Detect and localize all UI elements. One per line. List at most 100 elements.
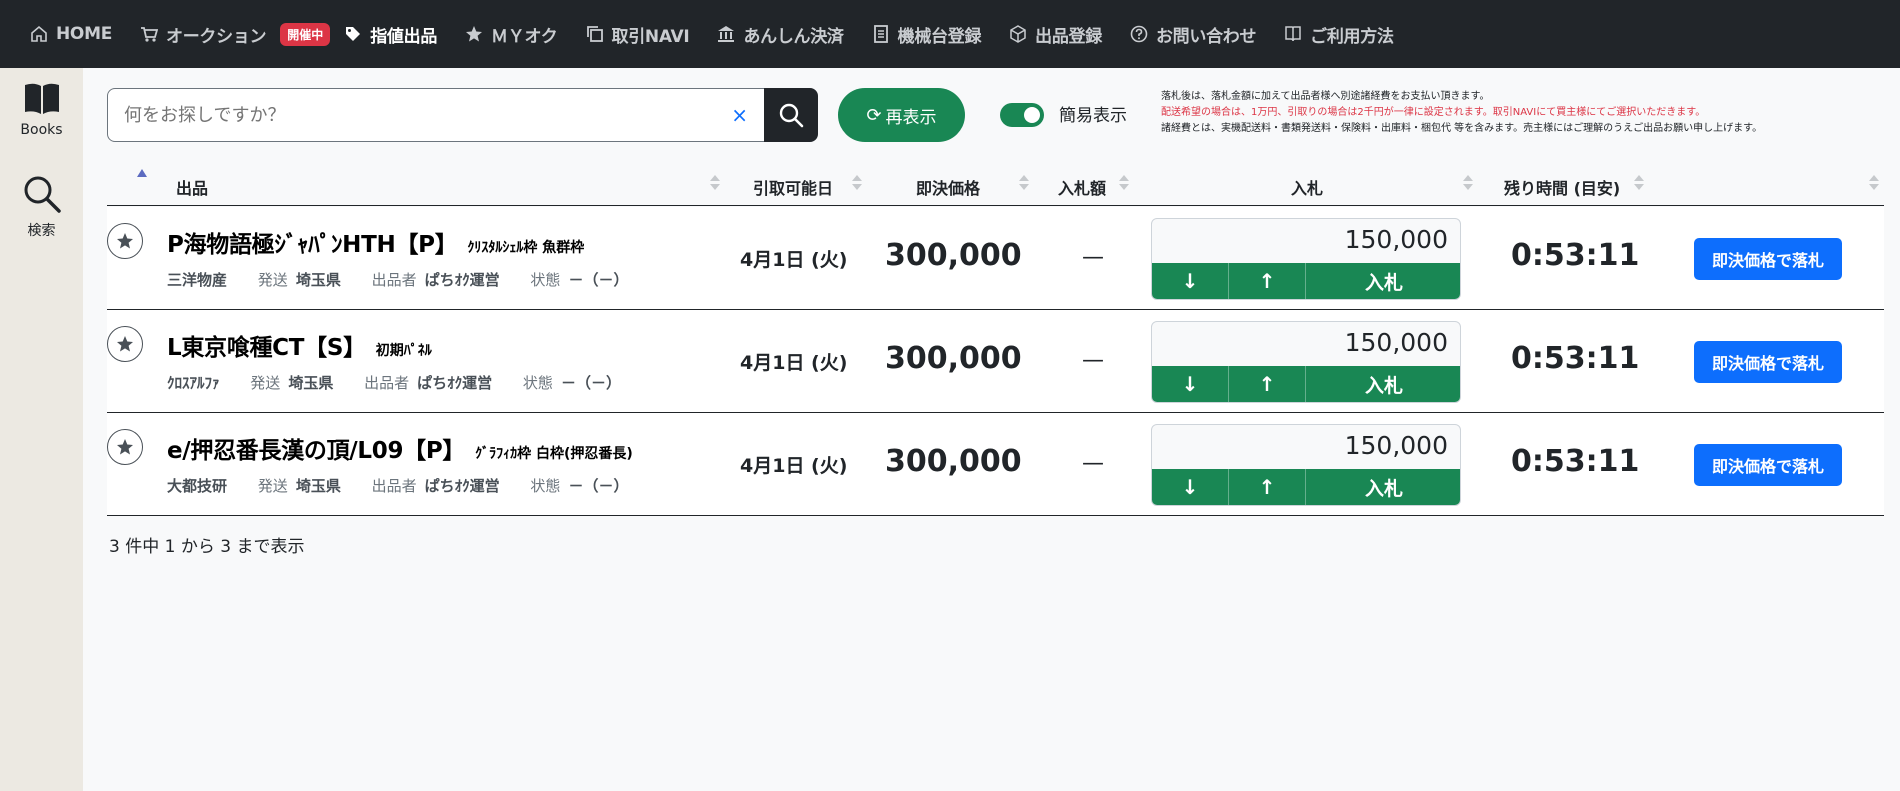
condition-label: 状態: [530, 477, 561, 495]
item-name: L東京喰種CT【S】: [167, 335, 366, 361]
sidebar-item-books[interactable]: Books: [0, 82, 83, 138]
sidebar-item-search[interactable]: 検索: [0, 174, 83, 240]
book-icon: [1284, 25, 1302, 43]
item-name: e/押忍番長漢の頂/L09【P】: [167, 438, 466, 464]
table-row: P海物語極ｼﾞｬﾊﾟﾝHTH【P】 ｸﾘｽﾀﾙｼｪﾙ枠 魚群枠 三洋物産 発送 埼玉…: [107, 207, 1884, 310]
item-frame: ｸﾘｽﾀﾙｼｪﾙ枠 魚群枠: [467, 240, 585, 256]
remaining-time: 0:53:11: [1511, 341, 1640, 376]
search-input[interactable]: [124, 104, 704, 126]
nav-safe-payment-label: あんしん決済: [743, 26, 844, 47]
favorite-star-button[interactable]: [107, 429, 143, 465]
item-seller: ぱちｵｸ運営: [424, 477, 500, 495]
col-bid[interactable]: 入札: [1291, 175, 1323, 199]
bid-amount: —: [1082, 245, 1104, 270]
item-name: P海物語極ｼﾞｬﾊﾟﾝHTH【P】: [167, 232, 458, 258]
seller-label: 出品者: [371, 271, 417, 289]
item-title[interactable]: e/押忍番長漢の頂/L09【P】 ｸﾞﾗﾌｨｶ枠 白枠(押忍番長): [167, 431, 633, 465]
nav-contact-label: お問い合わせ: [1155, 26, 1257, 47]
bank-icon: [717, 25, 735, 43]
bid-buttons: ↓ ↑ 入札: [1152, 263, 1460, 299]
increase-bid-button[interactable]: ↑: [1229, 366, 1306, 402]
favorite-star-button[interactable]: [107, 326, 143, 362]
fee-notes: 落札後は、落札金額に加えて出品者様へ別途諸経費をお支払い頂きます。 配送希望の場…: [1161, 89, 1762, 137]
seller-label: 出品者: [364, 374, 410, 392]
simple-view-toggle[interactable]: [1000, 103, 1044, 127]
item-condition: －（－）: [560, 374, 621, 392]
document-icon: [872, 25, 890, 43]
nav-usage-guide[interactable]: ご利用方法: [1284, 22, 1394, 47]
nav-home[interactable]: HOME: [30, 24, 112, 44]
increase-bid-button[interactable]: ↑: [1229, 263, 1306, 299]
nav-my-auction[interactable]: ＭＹオク: [465, 22, 558, 47]
bid-input[interactable]: 150,000: [1345, 328, 1448, 357]
buyout-button[interactable]: 即決価格で落札: [1694, 341, 1842, 383]
star-icon: [465, 25, 483, 43]
sort-icon[interactable]: [852, 173, 862, 193]
clear-icon[interactable]: ×: [731, 103, 748, 127]
increase-bid-button[interactable]: ↑: [1229, 469, 1306, 505]
sort-icon[interactable]: [1119, 173, 1129, 193]
table-header: 出品 引取可能日 即決価格 入札額 入札 残り時間 (目安): [107, 163, 1884, 206]
remaining-time: 0:53:11: [1511, 238, 1640, 273]
bid-button[interactable]: 入札: [1306, 263, 1460, 299]
sort-icon[interactable]: [1463, 173, 1473, 193]
bid-input[interactable]: 150,000: [1345, 225, 1448, 254]
col-item[interactable]: 出品: [176, 175, 208, 199]
item-maker: ｸﾛｽｱﾙﾌｧ: [167, 374, 220, 392]
bid-control: 150,000 ↓ ↑ 入札: [1151, 424, 1461, 506]
buyout-price: 300,000: [885, 341, 1022, 376]
bid-button[interactable]: 入札: [1306, 366, 1460, 402]
favorite-star-button[interactable]: [107, 223, 143, 259]
buyout-price: 300,000: [885, 444, 1022, 479]
home-icon: [30, 25, 48, 43]
sort-asc-icon[interactable]: [137, 169, 147, 177]
nav-auction-label: オークション: [166, 26, 267, 47]
sort-icon[interactable]: [1634, 173, 1644, 193]
nav-machine-register-label: 機械台登録: [897, 26, 982, 47]
bid-button[interactable]: 入札: [1306, 469, 1460, 505]
item-title[interactable]: L東京喰種CT【S】 初期ﾊﾟﾈﾙ: [167, 328, 432, 362]
sort-icon[interactable]: [1869, 173, 1879, 193]
search-button[interactable]: [764, 88, 818, 142]
remaining-time: 0:53:11: [1511, 444, 1640, 479]
item-meta: 大都技研 発送 埼玉県 出品者 ぱちｵｸ運営 状態 －（－）: [167, 475, 654, 496]
nav-contact[interactable]: お問い合わせ: [1130, 22, 1256, 47]
pagination-info: 3 件中 1 から 3 まで表示: [109, 537, 305, 557]
sort-icon[interactable]: [1019, 173, 1029, 193]
star-icon: [117, 439, 133, 455]
nav-limit-listing[interactable]: 指値出品: [344, 22, 437, 47]
buyout-button[interactable]: 即決価格で落札: [1694, 444, 1842, 486]
sort-icon[interactable]: [710, 173, 720, 193]
item-condition: －（－）: [568, 477, 629, 495]
decrease-bid-button[interactable]: ↓: [1152, 469, 1229, 505]
search-icon: [24, 176, 61, 213]
decrease-bid-button[interactable]: ↓: [1152, 366, 1229, 402]
nav-limit-listing-label: 指値出品: [370, 26, 438, 47]
nav-listing-register[interactable]: 出品登録: [1009, 22, 1102, 47]
item-maker: 三洋物産: [167, 271, 228, 289]
nav-trade-navi[interactable]: 取引NAVI: [586, 22, 690, 47]
nav-usage-guide-label: ご利用方法: [1310, 26, 1394, 47]
search-field: ×: [107, 88, 765, 142]
refresh-button[interactable]: ⟳ 再表示: [838, 88, 965, 142]
bid-input[interactable]: 150,000: [1345, 431, 1448, 460]
col-buyout[interactable]: 即決価格: [916, 175, 980, 199]
item-frame: 初期ﾊﾟﾈﾙ: [375, 343, 432, 359]
pickup-date: 4月1日 (火): [740, 455, 848, 477]
item-ship: 埼玉県: [295, 477, 341, 495]
col-bid-amount[interactable]: 入札額: [1058, 175, 1106, 199]
nav-machine-register[interactable]: 機械台登録: [872, 22, 982, 47]
open-book-icon: [24, 83, 59, 114]
item-seller: ぱちｵｸ運営: [417, 374, 493, 392]
item-title[interactable]: P海物語極ｼﾞｬﾊﾟﾝHTH【P】 ｸﾘｽﾀﾙｼｪﾙ枠 魚群枠: [167, 225, 584, 259]
nav-listing-register-label: 出品登録: [1035, 26, 1102, 47]
nav-safe-payment[interactable]: あんしん決済: [717, 22, 844, 47]
ship-label: 発送: [257, 477, 288, 495]
decrease-bid-button[interactable]: ↓: [1152, 263, 1229, 299]
buyout-button[interactable]: 即決価格で落札: [1694, 238, 1842, 280]
nav-my-auction-label: ＭＹオク: [491, 26, 558, 47]
col-remaining[interactable]: 残り時間 (目安): [1504, 175, 1620, 199]
nav-auction[interactable]: オークション: [140, 22, 267, 47]
nav-home-label: HOME: [56, 24, 113, 44]
col-pickup[interactable]: 引取可能日: [753, 175, 833, 199]
